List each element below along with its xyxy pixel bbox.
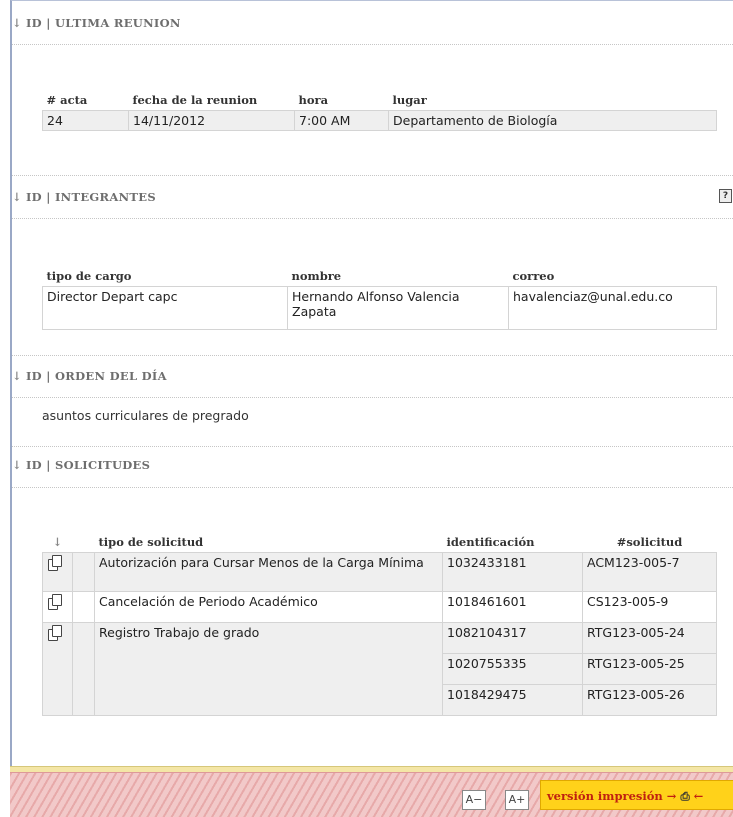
column-header: identificación [446,535,535,549]
solicitud-cell: RTG123-005-25 [582,653,717,685]
fecha-cell: 14/11/2012 [128,110,295,131]
down-arrow-icon: ↓ [12,190,22,204]
down-arrow-icon: ↓ [12,458,22,472]
divider [12,446,733,447]
sort-arrow-icon[interactable]: ↓ [43,532,73,553]
solicitudes-table: ↓ tipo de solicitud identificación #soli… [42,532,717,716]
divider [12,218,733,219]
tipo-cell: Autorización para Cursar Menos de la Car… [94,552,443,592]
solicitud-cell: ACM123-005-7 [582,552,717,592]
copy-icon[interactable] [47,594,62,610]
tipo-cell: Cancelación de Periodo Académico [94,591,443,623]
table-row: Director Depart capc Hernando Alfonso Va… [42,286,717,330]
section-header-ultima-reunion[interactable]: ↓ ID | ULTIMA REUNION [12,12,733,34]
table-row: 24 14/11/2012 7:00 AM Departamento de Bi… [42,110,717,131]
hora-cell: 7:00 AM [294,110,389,131]
integrantes-table: tipo de cargo nombre correo Director Dep… [42,266,717,330]
table-header-row: ↓ tipo de solicitud identificación #soli… [43,532,717,553]
section-header-integrantes[interactable]: ↓ ID | INTEGRANTES [12,186,733,208]
section-title: ID | ULTIMA REUNION [25,16,181,30]
copy-icon[interactable] [47,625,62,641]
lugar-cell: Departamento de Biología [388,110,717,131]
acta-cell: 24 [42,110,129,131]
help-icon[interactable]: ? [719,189,732,203]
copy-cell[interactable] [42,552,73,592]
printer-icon: ⎙ [680,789,690,803]
section-header-orden-del-dia[interactable]: ↓ ID | ORDEN DEL DÍA [12,365,733,387]
copy-icon[interactable] [47,555,62,571]
copy-cell[interactable] [42,591,73,623]
column-header: tipo de cargo [46,269,132,283]
divider [12,175,733,176]
right-arrow-icon: → [666,789,677,803]
solicitud-cell: CS123-005-9 [582,591,717,623]
divider [12,44,733,45]
divider [12,355,733,356]
left-arrow-icon: ← [693,789,704,803]
column-header: # acta [46,93,88,107]
table-row: Registro Trabajo de grado 1082104317 RTG… [42,622,717,716]
nombre-cell: Hernando Alfonso Valencia Zapata [287,286,509,330]
column-header: #solicitud [616,535,683,549]
section-header-solicitudes[interactable]: ↓ ID | SOLICITUDES [12,454,733,476]
column-header: fecha de la reunion [132,93,258,107]
reunion-table: # acta fecha de la reunion hora lugar 24… [42,90,717,131]
cargo-cell: Director Depart capc [42,286,288,330]
divider [12,487,733,488]
solicitud-cell: RTG123-005-26 [582,684,717,716]
column-header: nombre [291,269,342,283]
column-header: lugar [392,93,427,107]
zoom-out-icon[interactable]: A− [462,790,486,810]
table-row: Autorización para Cursar Menos de la Car… [42,552,717,592]
solicitud-cell: RTG123-005-24 [582,622,717,654]
print-version-button[interactable]: versión impresión → ⎙ ← [540,780,733,810]
tipo-cell: Registro Trabajo de grado [94,622,443,716]
table-header-row: tipo de cargo nombre correo [43,266,717,287]
identificacion-cell: 1018429475 [442,684,583,716]
down-arrow-icon: ↓ [12,369,22,383]
table-row: Cancelación de Periodo Académico 1018461… [42,591,717,623]
column-header: tipo de solicitud [98,535,204,549]
identificacion-cell: 1020755335 [442,653,583,685]
section-title: ID | INTEGRANTES [25,190,156,204]
down-arrow-icon: ↓ [12,16,22,30]
column-header: hora [298,93,329,107]
divider [12,397,733,398]
identificacion-cell: 1082104317 [442,622,583,654]
identificacion-cell: 1018461601 [442,591,583,623]
column-header: correo [512,269,555,283]
zoom-in-icon[interactable]: A+ [505,790,529,810]
correo-cell: havalenciaz@unal.edu.co [508,286,717,330]
copy-cell[interactable] [42,622,73,716]
table-header-row: # acta fecha de la reunion hora lugar [43,90,717,111]
print-version-label: versión impresión [547,789,663,803]
section-title: ID | ORDEN DEL DÍA [25,369,167,383]
section-title: ID | SOLICITUDES [25,458,151,472]
orden-del-dia-text: asuntos curriculares de pregrado [42,408,249,423]
identificacion-cell: 1032433181 [442,552,583,592]
